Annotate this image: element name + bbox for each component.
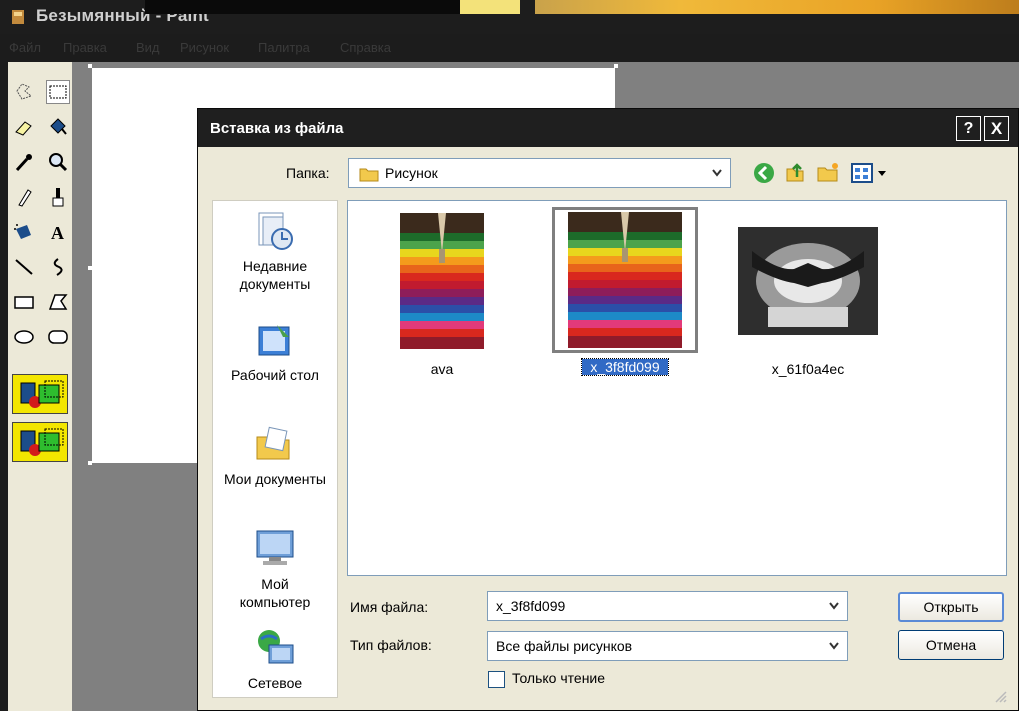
- filename-value: x_3f8fd099: [496, 598, 566, 614]
- file-list[interactable]: ava x_3f8fd099 x_61f0a4ec: [347, 200, 1007, 576]
- pencil-icon[interactable]: [12, 185, 36, 209]
- view-menu-icon[interactable]: [850, 161, 890, 185]
- file-name-x-61f0a4ec[interactable]: x_61f0a4ec: [738, 361, 878, 377]
- paint-menu-bar: Файл Правка Вид Рисунок Палитра Справка: [0, 34, 1019, 62]
- place-label: Мои документы: [223, 471, 326, 487]
- place-label: Рабочий стол: [231, 367, 319, 383]
- airbrush-icon[interactable]: [12, 220, 36, 244]
- up-folder-icon[interactable]: [783, 161, 807, 185]
- place-label: Сетевое: [247, 675, 303, 691]
- file-thumbnail-ava[interactable]: [372, 211, 512, 351]
- canvas-handle: [88, 461, 92, 465]
- folder-dropdown[interactable]: Рисунок: [348, 158, 731, 188]
- svg-text:A: A: [51, 223, 64, 243]
- free-form-select-icon[interactable]: [12, 80, 36, 104]
- filetype-dropdown[interactable]: Все файлы рисунков: [487, 631, 848, 661]
- readonly-label: Только чтение: [512, 670, 606, 686]
- text-icon[interactable]: A: [46, 220, 70, 244]
- polygon-icon[interactable]: [46, 290, 70, 314]
- background-strip: [145, 0, 510, 14]
- desktop-icon: [258, 325, 290, 356]
- eraser-icon[interactable]: [12, 115, 36, 139]
- brush-icon[interactable]: [46, 185, 70, 209]
- canvas-handle: [88, 64, 92, 68]
- color-picker-icon[interactable]: [12, 150, 36, 174]
- chevron-down-icon: [829, 642, 839, 650]
- dialog-title: Вставка из файла: [210, 120, 344, 137]
- place-my-documents[interactable]: Мои документы: [213, 423, 337, 487]
- place-desktop[interactable]: Рабочий стол: [213, 319, 337, 383]
- zipper-rainbow-image: [555, 210, 695, 350]
- place-label: Недавние документы: [239, 258, 311, 292]
- canvas-handle: [88, 266, 92, 270]
- insert-from-file-dialog: Вставка из файла ? X Папка: Рисунок Неда…: [197, 108, 1019, 711]
- network-icon: [258, 630, 294, 664]
- place-recent[interactable]: Недавние документы: [213, 209, 337, 293]
- filename-label: Имя файла:: [350, 599, 429, 615]
- new-folder-icon[interactable]: [816, 161, 840, 185]
- folder-label: Папка:: [286, 165, 330, 181]
- menu-file[interactable]: Файл: [9, 40, 41, 55]
- menu-palette[interactable]: Палитра: [258, 40, 310, 55]
- resize-grip-icon[interactable]: [993, 689, 1007, 703]
- menu-view[interactable]: Вид: [136, 40, 160, 55]
- window-left-edge: [0, 62, 8, 711]
- folder-icon: [359, 168, 379, 182]
- chevron-down-icon: [712, 169, 722, 177]
- dialog-title-bar: Вставка из файла ? X: [198, 109, 1018, 147]
- paint-app-icon: [12, 10, 24, 24]
- menu-edit[interactable]: Правка: [63, 40, 107, 55]
- my-documents-icon: [256, 426, 290, 460]
- menu-help[interactable]: Справка: [340, 40, 391, 55]
- place-label: Мой компьютер: [239, 576, 311, 610]
- ellipse-icon[interactable]: [12, 325, 36, 349]
- rect-select-icon[interactable]: [46, 80, 70, 104]
- places-bar: Недавние документы Рабочий стол Мои доку…: [212, 200, 338, 698]
- file-thumbnail-x-61f0a4ec[interactable]: [738, 211, 878, 351]
- curve-icon[interactable]: [46, 255, 70, 279]
- background-icon-strip: [460, 0, 520, 14]
- paint-toolbox: A: [8, 62, 72, 711]
- help-button[interactable]: ?: [956, 116, 981, 141]
- filetype-label: Тип файлов:: [350, 637, 432, 653]
- rectangle-icon[interactable]: [12, 290, 36, 314]
- fill-bucket-icon[interactable]: [46, 115, 70, 139]
- recent-documents-icon: [258, 212, 293, 250]
- close-button[interactable]: X: [984, 116, 1009, 141]
- readonly-checkbox[interactable]: [488, 671, 505, 688]
- filetype-value: Все файлы рисунков: [496, 638, 633, 654]
- zipper-rainbow-image: [372, 211, 512, 351]
- handshake-image: [738, 211, 878, 351]
- back-icon[interactable]: [752, 161, 776, 185]
- my-computer-icon: [256, 530, 294, 565]
- open-button[interactable]: Открыть: [898, 592, 1004, 622]
- chevron-down-icon: [829, 602, 839, 610]
- magnifier-icon[interactable]: [46, 150, 70, 174]
- menu-image[interactable]: Рисунок: [180, 40, 229, 55]
- opaque-mode-icon[interactable]: [12, 374, 68, 414]
- rounded-rect-icon[interactable]: [46, 325, 70, 349]
- cancel-button[interactable]: Отмена: [898, 630, 1004, 660]
- folder-value: Рисунок: [385, 165, 438, 181]
- place-network[interactable]: Сетевое: [213, 627, 337, 691]
- transparent-mode-icon[interactable]: [12, 422, 68, 462]
- place-my-computer[interactable]: Мой компьютер: [213, 527, 337, 611]
- canvas-handle: [614, 64, 618, 68]
- file-name-ava[interactable]: ava: [372, 361, 512, 377]
- background-strip-image: [535, 0, 1019, 14]
- file-name-x-3f8fd099[interactable]: x_3f8fd099: [581, 358, 669, 376]
- line-icon[interactable]: [12, 255, 36, 279]
- filename-input[interactable]: x_3f8fd099: [487, 591, 848, 621]
- file-thumbnail-x-3f8fd099[interactable]: [552, 207, 698, 353]
